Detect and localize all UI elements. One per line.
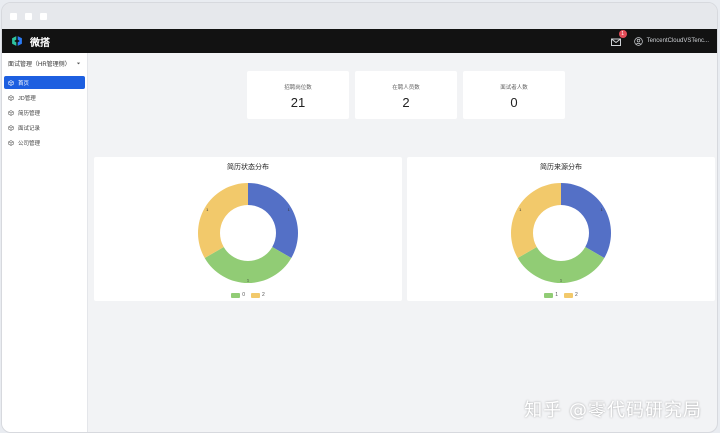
chart-panel-source: 简历来源分布 111 1 2 — [407, 157, 715, 301]
donut-slice[interactable] — [511, 183, 561, 258]
sidebar-item-label: 面试记录 — [18, 125, 41, 132]
legend-label: 0 — [242, 292, 245, 298]
chart-title: 简历来源分布 — [540, 164, 582, 171]
sidebar-item-jd[interactable]: JD管理 — [4, 91, 85, 104]
stat-card-positions: 招聘岗位数 21 — [247, 71, 349, 119]
donut-slice[interactable] — [561, 183, 611, 258]
legend-item[interactable]: 0 — [231, 292, 245, 298]
user-menu[interactable]: TencentCloudVSTenc... — [633, 36, 709, 46]
legend-item[interactable]: 2 — [251, 292, 265, 298]
window-dot-1[interactable] — [10, 12, 17, 20]
chart-legend: 1 2 — [407, 292, 715, 298]
donut-chart-status: 111 — [198, 183, 298, 283]
user-avatar-icon — [633, 36, 643, 46]
cube-icon — [8, 139, 14, 146]
stat-label: 在聘人员数 — [392, 85, 420, 91]
stats-row: 招聘岗位数 21 在聘人员数 2 面试者人数 0 — [247, 71, 565, 119]
donut-chart-source: 111 — [511, 183, 611, 283]
window-titlebar — [2, 3, 717, 29]
legend-swatch — [251, 292, 260, 298]
stat-label: 面试者人数 — [500, 85, 528, 91]
cube-icon — [8, 79, 14, 86]
sidebar-item-company[interactable]: 公司管理 — [4, 136, 85, 149]
legend-swatch — [544, 292, 554, 298]
notification-button[interactable]: 1 — [610, 30, 627, 47]
legend-item[interactable]: 2 — [564, 292, 578, 298]
sidebar-item-label: 公司管理 — [18, 140, 41, 147]
user-name: TencentCloudVSTenc... — [646, 38, 709, 44]
window-dot-3[interactable] — [40, 12, 47, 20]
cube-icon — [8, 94, 14, 101]
stat-card-employed: 在聘人员数 2 — [355, 71, 457, 119]
donut-slice[interactable] — [248, 183, 298, 258]
legend-swatch — [231, 292, 241, 298]
stat-value: 2 — [402, 95, 410, 110]
stat-label: 招聘岗位数 — [284, 85, 312, 91]
legend-swatch — [564, 292, 573, 298]
brand-title: 微搭 — [30, 37, 50, 49]
sidebar-item-interview[interactable]: 面试记录 — [4, 121, 85, 134]
sidebar-item-resume[interactable]: 简历管理 — [4, 106, 85, 119]
chart-title: 简历状态分布 — [227, 164, 269, 171]
legend-item[interactable]: 1 — [544, 292, 558, 298]
app-selector-label: 面试管理（HR管理侧） — [8, 62, 71, 68]
legend-label: 2 — [575, 292, 578, 298]
stat-value: 21 — [290, 95, 306, 110]
mail-icon — [610, 38, 621, 46]
app-selector[interactable]: 面试管理（HR管理侧） — [2, 59, 87, 76]
sidebar-item-label: 简历管理 — [18, 110, 41, 117]
legend-label: 1 — [555, 292, 558, 298]
stat-value: 0 — [510, 95, 518, 110]
main-content: 招聘岗位数 21 在聘人员数 2 面试者人数 0 简历状态分布 111 0 2 … — [88, 53, 717, 432]
cube-icon — [8, 124, 14, 131]
sidebar: 面试管理（HR管理侧） 首页 JD管理 简历管理 面试记录 公司管理 — [2, 53, 88, 432]
cube-icon — [8, 109, 14, 116]
window-dot-2[interactable] — [25, 12, 32, 20]
weida-logo-icon — [12, 36, 22, 46]
sidebar-item-home[interactable]: 首页 — [4, 76, 85, 89]
donut-slice[interactable] — [198, 183, 248, 258]
chart-legend: 0 2 — [94, 292, 402, 298]
sidebar-item-label: 首页 — [18, 80, 30, 87]
watermark: 知乎 @零代码研究局 — [524, 400, 702, 421]
stat-card-candidates: 面试者人数 0 — [463, 71, 565, 119]
notification-badge: 1 — [618, 30, 627, 38]
legend-label: 2 — [262, 292, 265, 298]
app-window: 微搭 1 TencentCloudVSTenc... 面试管理（HR管理侧） 首… — [1, 2, 718, 433]
top-navbar: 微搭 1 TencentCloudVSTenc... — [2, 29, 717, 53]
chevron-down-icon — [76, 62, 81, 65]
chart-panel-status: 简历状态分布 111 0 2 — [94, 157, 402, 301]
sidebar-item-label: JD管理 — [18, 95, 36, 102]
